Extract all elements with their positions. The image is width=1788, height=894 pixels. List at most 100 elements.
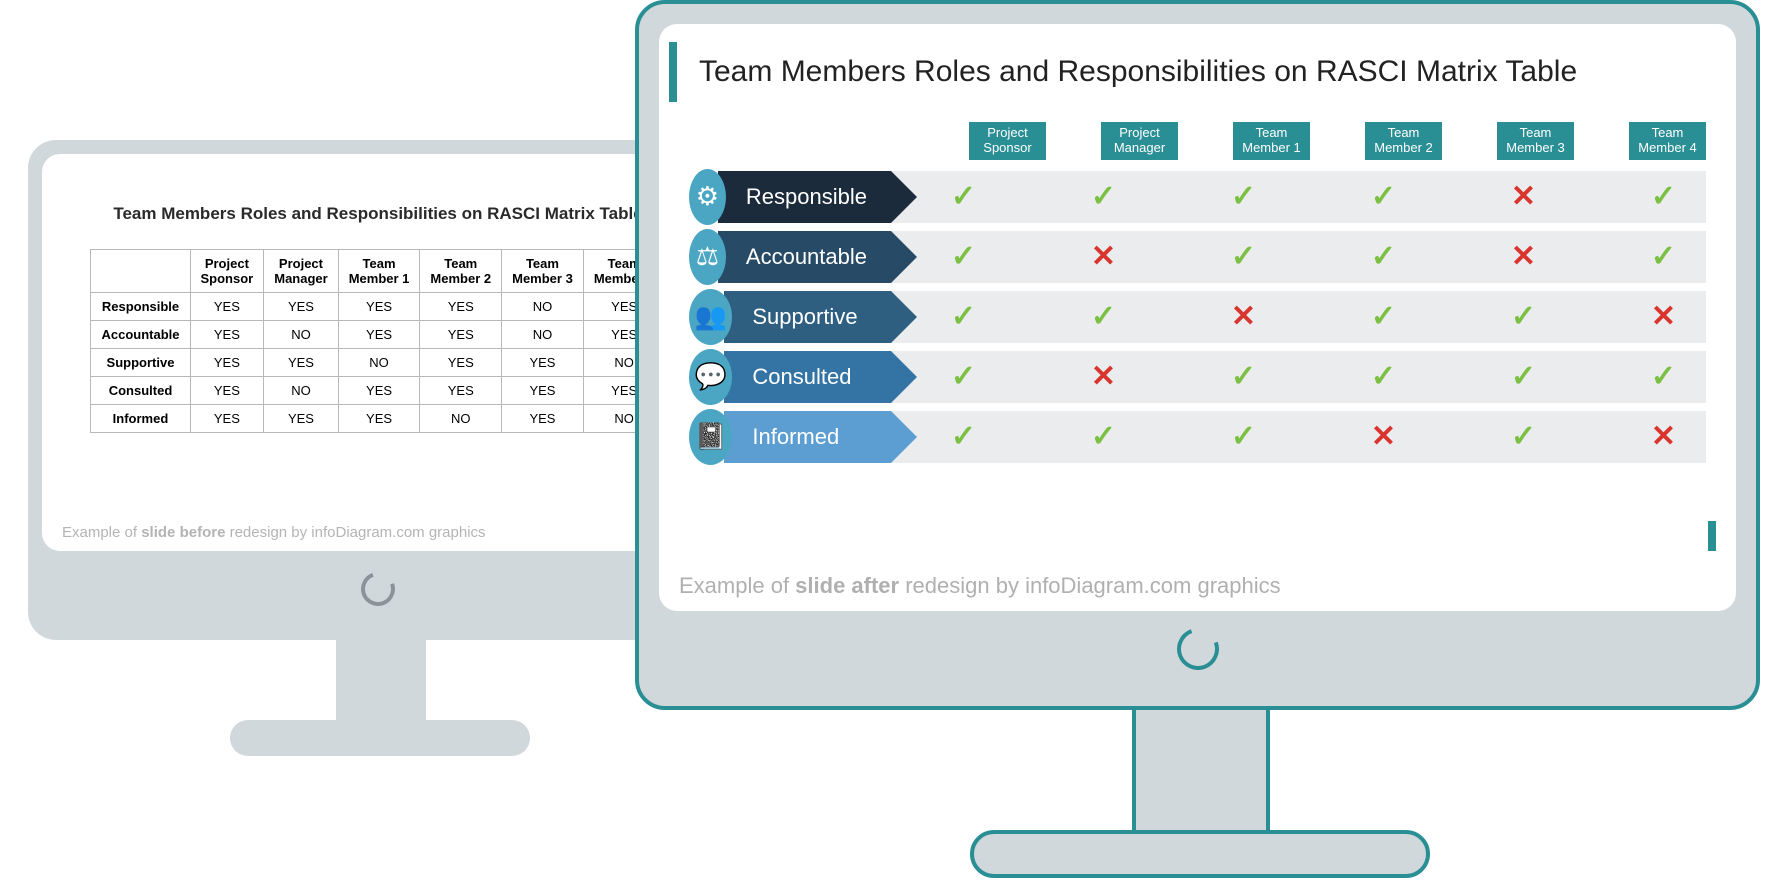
stand-base-after [970, 830, 1430, 878]
role-icon: 👥 [689, 289, 732, 345]
before-cell: NO [502, 321, 584, 349]
before-cell: YES [190, 321, 264, 349]
before-cell: NO [264, 377, 338, 405]
before-cell: YES [264, 349, 338, 377]
stand-neck-after [1132, 710, 1270, 850]
before-cell: YES [338, 405, 420, 433]
before-col-header: TeamMember 2 [420, 250, 502, 293]
after-cell: ✓ [921, 359, 1006, 394]
after-col-header: ProjectManager [1101, 122, 1178, 160]
after-cell: ✓ [1201, 359, 1286, 394]
after-row: 👥Supportive✓✓✕✓✓✕ [689, 287, 1706, 347]
before-row-label: Consulted [91, 377, 190, 405]
after-title: Team Members Roles and Responsibilities … [699, 55, 1577, 89]
before-title: Team Members Roles and Responsibilities … [42, 204, 714, 224]
after-cell: ✕ [1481, 239, 1566, 274]
before-table: ProjectSponsorProjectManagerTeamMember 1… [90, 249, 665, 433]
after-cell: ✕ [1621, 299, 1706, 334]
bezel-after [659, 611, 1736, 686]
after-title-wrap: Team Members Roles and Responsibilities … [659, 24, 1736, 112]
after-cell: ✕ [1621, 419, 1706, 454]
after-cell: ✓ [1061, 299, 1146, 334]
after-row-label: Accountable [718, 231, 891, 283]
after-cell: ✓ [1201, 239, 1286, 274]
before-cell: YES [264, 293, 338, 321]
caption-before-suffix: redesign by infoDiagram.com graphics [225, 524, 485, 541]
after-row-cells: ✓✓✓✓✕✓ [891, 171, 1706, 223]
caption-before-bold: slide before [141, 524, 225, 541]
stand-base-before [230, 720, 530, 756]
before-cell: YES [338, 321, 420, 349]
screen-after: Team Members Roles and Responsibilities … [659, 24, 1736, 611]
after-col-header: TeamMember 3 [1497, 122, 1574, 160]
before-col-header: ProjectSponsor [190, 250, 264, 293]
power-icon-after [1170, 621, 1226, 677]
role-icon: ⚖ [689, 229, 726, 285]
before-cell: YES [338, 293, 420, 321]
after-col-header: TeamMember 2 [1365, 122, 1442, 160]
caption-after-bold: slide after [795, 573, 899, 598]
after-row: ⚙Responsible✓✓✓✓✕✓ [689, 167, 1706, 227]
before-cell: NO [420, 405, 502, 433]
before-row-label: Supportive [91, 349, 190, 377]
bezel-before [42, 551, 714, 626]
before-cell: YES [190, 405, 264, 433]
column-headers: ProjectSponsorProjectManagerTeamMember 1… [689, 122, 1706, 160]
before-cell: NO [502, 293, 584, 321]
after-cell: ✓ [1481, 359, 1566, 394]
after-cell: ✓ [1481, 419, 1566, 454]
after-cell: ✓ [1481, 299, 1566, 334]
before-cell: YES [420, 293, 502, 321]
before-col-header: TeamMember 3 [502, 250, 584, 293]
after-cell: ✓ [1341, 359, 1426, 394]
after-cell: ✓ [1341, 239, 1426, 274]
after-row-label: Responsible [718, 171, 891, 223]
before-cell: YES [190, 349, 264, 377]
after-row-cells: ✓ ✕ ✓ ✓ ✓ ✓ [891, 351, 1706, 403]
before-cell: YES [420, 349, 502, 377]
after-cell: ✓ [921, 419, 1006, 454]
after-cell: ✓ [1341, 179, 1426, 214]
before-cell: YES [502, 349, 584, 377]
after-row: ⚖Accountable ✓ ✕ ✓ ✓ ✕ ✓ [689, 227, 1706, 287]
before-cell: YES [502, 377, 584, 405]
before-cell: YES [338, 377, 420, 405]
after-row-cells: ✓✓✓✕✓✕ [891, 411, 1706, 463]
title-bar-icon [669, 42, 677, 102]
before-cell: NO [264, 321, 338, 349]
after-cell: ✓ [1621, 179, 1706, 214]
after-body: ProjectSponsorProjectManagerTeamMember 1… [659, 112, 1736, 467]
before-row-label: Informed [91, 405, 190, 433]
after-cell: ✓ [1621, 239, 1706, 274]
before-row-label: Responsible [91, 293, 190, 321]
after-row-label: Consulted [724, 351, 891, 403]
before-cell: YES [264, 405, 338, 433]
before-cell: YES [420, 377, 502, 405]
after-row-cells: ✓ ✕ ✓ ✓ ✕ ✓ [891, 231, 1706, 283]
screen-before: Team Members Roles and Responsibilities … [42, 154, 714, 551]
before-cell: YES [502, 405, 584, 433]
before-row-label: Accountable [91, 321, 190, 349]
after-row-label: Supportive [724, 291, 891, 343]
after-cell: ✓ [921, 239, 1006, 274]
after-cell: ✕ [1061, 239, 1146, 274]
before-col-header: TeamMember 1 [338, 250, 420, 293]
after-row: 💬Consulted ✓ ✕ ✓ ✓ ✓ ✓ [689, 347, 1706, 407]
after-cell: ✕ [1061, 359, 1146, 394]
after-cell: ✓ [1061, 179, 1146, 214]
after-cell: ✓ [1201, 179, 1286, 214]
caption-before-prefix: Example of [62, 524, 141, 541]
caption-after-suffix: redesign by infoDiagram.com graphics [899, 573, 1281, 598]
power-icon-before [355, 566, 400, 611]
after-cell: ✓ [1341, 299, 1426, 334]
after-row: 📓Informed✓✓✓✕✓✕ [689, 407, 1706, 467]
after-cell: ✕ [1481, 179, 1566, 214]
after-cell: ✓ [1621, 359, 1706, 394]
after-col-header: TeamMember 4 [1629, 122, 1706, 160]
role-icon: ⚙ [689, 169, 726, 225]
role-icon: 💬 [689, 349, 732, 405]
after-row-label: Informed [724, 411, 891, 463]
monitor-after: Team Members Roles and Responsibilities … [635, 0, 1760, 710]
after-cell: ✕ [1341, 419, 1426, 454]
caption-after: Example of slide after redesign by infoD… [679, 573, 1281, 599]
